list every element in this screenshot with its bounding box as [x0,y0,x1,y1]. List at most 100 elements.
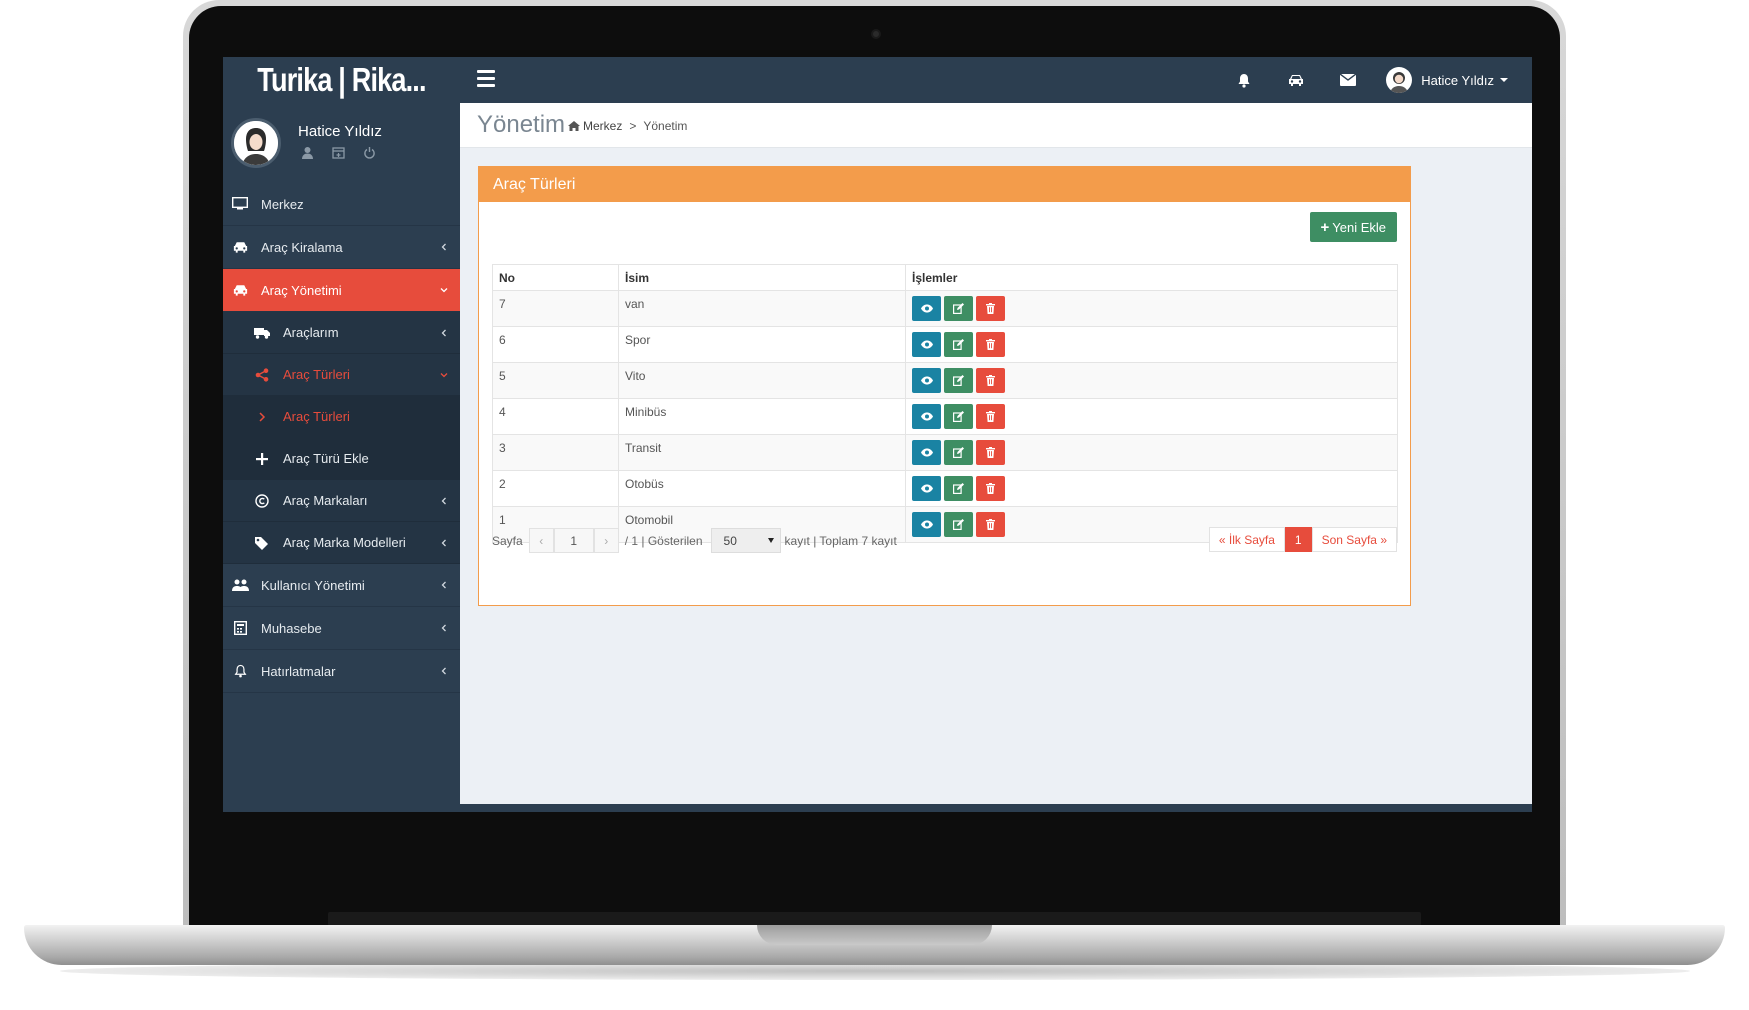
delete-button[interactable] [976,476,1005,501]
sidebar-item-hatirlatmalar[interactable]: Hatırlatmalar [223,650,460,693]
breadcrumb-link-merkez[interactable]: Merkez [583,119,622,133]
chevron-left-icon [441,624,446,632]
app-logo[interactable]: Turika | Rika... [244,57,439,103]
chevron-left-icon [441,329,446,336]
chevron-left-icon [441,581,446,589]
chevron-left-icon [441,243,446,251]
delete-button[interactable] [976,440,1005,465]
eye-icon [920,412,933,421]
edit-icon [953,339,964,350]
eye-icon [920,484,933,493]
delete-button[interactable] [976,512,1005,537]
user-panel: Hatice Yıldız [223,103,460,183]
edit-button[interactable] [944,440,973,465]
taxi-icon [230,239,250,255]
prev-page-button[interactable]: ‹ [528,528,554,553]
last-page-button[interactable]: Son Sayfa » [1311,527,1397,552]
submenu-arac-turleri: Araç Türleri Araç Türü Ekle [223,396,460,480]
table-row: 4 Minibüs [492,398,1398,435]
cell-name: Transit [618,434,906,471]
row-actions [912,368,1391,393]
envelope-icon[interactable] [1322,57,1374,103]
share-icon [252,367,272,383]
first-page-button[interactable]: « İlk Sayfa [1208,527,1285,552]
sidebar-item-arac-marka-modelleri[interactable]: Araç Marka Modelleri [223,522,460,564]
view-button[interactable] [912,296,941,321]
user-menu[interactable]: Hatice Yıldız [1374,57,1532,103]
eye-icon [920,448,933,457]
user-actions [301,146,376,159]
column-header-name[interactable]: İsim [618,264,906,291]
sidebar-item-arac-turu-ekle[interactable]: Araç Türü Ekle [223,438,460,480]
view-button[interactable] [912,476,941,501]
delete-button[interactable] [976,368,1005,393]
cell-no: 4 [492,398,619,435]
edit-button[interactable] [944,512,973,537]
edit-button[interactable] [944,404,973,429]
sidebar-item-muhasebe[interactable]: Muhasebe [223,607,460,650]
cell-name: van [618,290,906,327]
sidebar-item-kullanici-yonetimi[interactable]: Kullanıcı Yönetimi [223,564,460,607]
sidebar-item-arac-kiralama[interactable]: Araç Kiralama [223,226,460,269]
chevron-left-icon [441,497,446,504]
menu-toggle-icon[interactable] [477,70,495,90]
user-icon[interactable] [301,146,314,159]
trash-icon [986,519,995,530]
cell-actions [905,470,1398,507]
sidebar-item-arac-turleri[interactable]: Araç Türleri [223,396,460,438]
vehicle-types-table: No İsim İşlemler 7 van 6 Spor 5 Vito 4 Minibüs 3… [492,264,1398,543]
cell-name: Minibüs [618,398,906,435]
power-icon[interactable] [363,146,376,159]
cell-actions [905,362,1398,399]
edit-button[interactable] [944,296,973,321]
table-row: 3 Transit [492,434,1398,471]
trash-icon [986,411,995,422]
edit-button[interactable] [944,332,973,357]
users-icon [230,577,250,593]
bell-icon[interactable] [1218,57,1270,103]
caret-down-icon [1500,78,1508,82]
calendar-icon[interactable] [332,146,345,159]
view-button[interactable] [912,512,941,537]
sidebar-item-arac-turleri-group[interactable]: Araç Türleri [223,354,460,396]
eye-icon [920,520,933,529]
view-button[interactable] [912,440,941,465]
table-row: 6 Spor [492,326,1398,363]
view-button[interactable] [912,404,941,429]
table-row: 7 van [492,290,1398,327]
delete-button[interactable] [976,332,1005,357]
sidebar-item-araclarim[interactable]: Araçlarım [223,312,460,354]
sidebar-item-arac-yonetimi[interactable]: Araç Yönetimi [223,269,460,312]
page-button-active[interactable]: 1 [1284,527,1312,552]
edit-icon [953,483,964,494]
edit-button[interactable] [944,476,973,501]
add-new-button[interactable]: + Yeni Ekle [1309,212,1397,242]
sidebar-item-merkez[interactable]: Merkez [223,183,460,226]
column-header-no[interactable]: No [492,264,619,291]
view-button[interactable] [912,368,941,393]
sidebar-item-arac-markalari[interactable]: Araç Markaları [223,480,460,522]
page-size-select[interactable]: 50 [710,528,781,553]
eye-icon [920,376,933,385]
car-icon[interactable] [1270,57,1322,103]
add-new-label: Yeni Ekle [1332,219,1386,235]
row-actions [912,404,1391,429]
content-header: Yönetim Merkez > Yönetim [460,103,1532,148]
tags-icon [252,535,272,551]
pagination-info: Sayfa ‹ 1 › / 1 | Gösterilen 50 kayıt | … [492,528,897,553]
box-title: Araç Türleri [479,167,1410,202]
edit-button[interactable] [944,368,973,393]
screen: Turika | Rika... Hatice Yıldız Hatice Yı… [223,57,1532,857]
breadcrumb: Merkez > Yönetim [568,119,687,133]
delete-button[interactable] [976,404,1005,429]
next-page-button[interactable]: › [593,528,619,553]
page-number-input[interactable]: 1 [553,528,594,553]
top-icons: Hatice Yıldız [1218,57,1532,103]
view-button[interactable] [912,332,941,357]
sidebar: Hatice Yıldız Merkez Araç Kiralama Araç … [223,103,460,857]
delete-button[interactable] [976,296,1005,321]
sidebar-item-label: Araç Türleri [283,367,350,382]
plus-icon: + [1320,218,1330,236]
cell-no: 3 [492,434,619,471]
sidebar-item-label: Araçlarım [283,325,339,340]
